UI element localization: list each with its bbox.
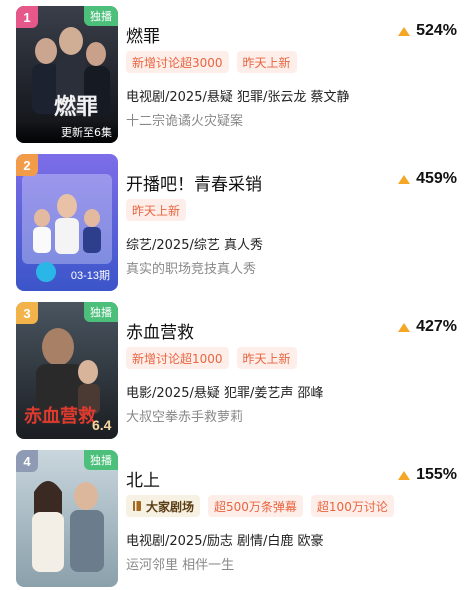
brand-tag: 大家剧场	[126, 495, 201, 517]
tag: 昨天上新	[126, 199, 187, 221]
show-meta: 电视剧/2025/励志 剧情/白鹿 欧豪	[126, 534, 324, 549]
tag-list: 大家剧场 超500万条弹幕 超100万讨论	[126, 495, 394, 517]
poster-caption: 燃罪	[54, 94, 98, 120]
growth-value: 155%	[416, 466, 457, 483]
poster-caption: 赤血营救	[24, 405, 96, 427]
list-item[interactable]: 赤血营救 6.4 3 独播 赤血营救 427% 新增讨论超1000 昨天上新 电…	[0, 302, 475, 442]
tag: 新增讨论超1000	[126, 347, 229, 369]
rank-badge: 3	[16, 302, 38, 324]
episode-label: 03-13期	[70, 270, 110, 282]
poster-thumbnail[interactable]: 2 03-13期	[16, 154, 118, 291]
poster-thumbnail[interactable]: 燃罪 1 独播 更新至6集	[16, 6, 118, 143]
show-description: 真实的职场竞技真人秀	[126, 262, 257, 277]
exclusive-badge: 独播	[84, 450, 118, 470]
book-icon	[133, 501, 141, 511]
tag: 昨天上新	[236, 51, 297, 73]
up-arrow-icon	[398, 174, 411, 184]
exclusive-badge: 独播	[84, 6, 118, 26]
list-item[interactable]: 2 03-13期 开播吧！青春采销 459% 昨天上新 综艺/2025/综艺 真…	[0, 154, 475, 294]
up-arrow-icon	[398, 322, 411, 332]
exclusive-badge: 独播	[84, 302, 118, 322]
growth-value: 459%	[416, 170, 457, 187]
tag: 超500万条弹幕	[208, 495, 303, 517]
show-title[interactable]: 开播吧！青春采销	[126, 170, 262, 195]
up-arrow-icon	[398, 470, 411, 480]
growth-value: 427%	[416, 318, 457, 335]
brand-tag-label: 大家剧场	[146, 499, 195, 514]
tag: 昨天上新	[236, 347, 297, 369]
list-item[interactable]: 4 独播 北上 155% 大家剧场 超500万条弹幕 超100万讨论 电视剧/2…	[0, 450, 475, 590]
show-description: 运河邻里 相伴一生	[126, 558, 235, 573]
show-description: 十二宗诡谲火灾疑案	[126, 114, 244, 129]
poster-thumbnail[interactable]: 4 独播	[16, 450, 118, 587]
poster-date: 6.4	[92, 417, 112, 433]
show-title[interactable]: 北上	[126, 466, 160, 491]
tag: 新增讨论超3000	[126, 51, 229, 73]
growth-rate: 155%	[398, 466, 457, 484]
tag-list: 新增讨论超1000 昨天上新	[126, 347, 297, 369]
tag-list: 昨天上新	[126, 199, 187, 221]
rank-badge: 4	[16, 450, 38, 472]
show-meta: 综艺/2025/综艺 真人秀	[126, 238, 263, 253]
show-title[interactable]: 赤血营救	[126, 318, 194, 343]
list-item[interactable]: 燃罪 1 独播 更新至6集 燃罪 524% 新增讨论超3000 昨天上新 电视剧…	[0, 6, 475, 146]
show-meta: 电影/2025/悬疑 犯罪/姜艺声 邵峰	[126, 386, 324, 401]
growth-rate: 524%	[398, 22, 457, 40]
update-status: 更新至6集	[16, 121, 118, 143]
rank-badge: 2	[16, 154, 38, 176]
tag: 超100万讨论	[310, 495, 394, 517]
up-arrow-icon	[398, 26, 411, 36]
show-title[interactable]: 燃罪	[126, 22, 160, 47]
show-meta: 电视剧/2025/悬疑 犯罪/张云龙 蔡文静	[126, 90, 350, 105]
growth-value: 524%	[416, 22, 457, 39]
growth-rate: 427%	[398, 318, 457, 336]
poster-thumbnail[interactable]: 赤血营救 6.4 3 独播	[16, 302, 118, 439]
show-description: 大叔空拳赤手救萝莉	[126, 410, 244, 425]
rank-badge: 1	[16, 6, 38, 28]
growth-rate: 459%	[398, 170, 457, 188]
tag-list: 新增讨论超3000 昨天上新	[126, 51, 297, 73]
